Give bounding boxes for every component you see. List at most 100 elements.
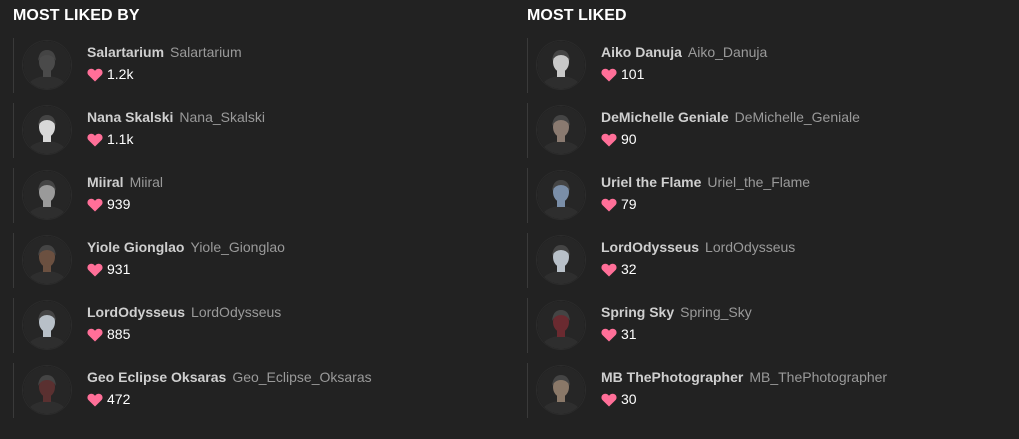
username[interactable]: Geo_Eclipse_Oksaras — [232, 369, 371, 385]
username[interactable]: Uriel_the_Flame — [707, 174, 810, 190]
user-info: Nana Skalski Nana_Skalski 1.1k — [87, 109, 265, 148]
user-names: Yiole Gionglao Yiole_Gionglao — [87, 239, 285, 256]
avatar-portrait-icon — [537, 301, 585, 349]
list-item[interactable]: Miiral Miiral 939 — [13, 168, 513, 223]
avatar[interactable] — [23, 366, 71, 414]
user-info: Geo Eclipse Oksaras Geo_Eclipse_Oksaras 4… — [87, 369, 372, 408]
heart-icon — [87, 393, 103, 407]
username[interactable]: Salartarium — [170, 44, 242, 60]
avatar[interactable] — [23, 106, 71, 154]
heart-icon — [601, 198, 617, 212]
display-name[interactable]: Miiral — [87, 174, 124, 190]
avatar[interactable] — [537, 236, 585, 284]
username[interactable]: Aiko_Danuja — [688, 44, 767, 60]
display-name[interactable]: Spring Sky — [601, 304, 674, 320]
username[interactable]: MB_ThePhotographer — [749, 369, 887, 385]
display-name[interactable]: LordOdysseus — [601, 239, 699, 255]
heart-icon — [87, 198, 103, 212]
list-item[interactable]: LordOdysseus LordOdysseus 32 — [527, 233, 1019, 288]
display-name[interactable]: DeMichelle Geniale — [601, 109, 729, 125]
avatar[interactable] — [23, 301, 71, 349]
avatar[interactable] — [537, 366, 585, 414]
likes-count: 931 — [87, 261, 285, 278]
display-name[interactable]: Uriel the Flame — [601, 174, 701, 190]
display-name[interactable]: Nana Skalski — [87, 109, 173, 125]
avatar[interactable] — [537, 301, 585, 349]
list-item[interactable]: DeMichelle Geniale DeMichelle_Geniale 90 — [527, 103, 1019, 158]
heart-icon — [601, 393, 617, 407]
display-name[interactable]: Aiko Danuja — [601, 44, 682, 60]
heart-icon — [87, 328, 103, 342]
user-names: DeMichelle Geniale DeMichelle_Geniale — [601, 109, 860, 126]
list-item[interactable]: Geo Eclipse Oksaras Geo_Eclipse_Oksaras 4… — [13, 363, 513, 418]
user-names: Spring Sky Spring_Sky — [601, 304, 752, 321]
username[interactable]: LordOdysseus — [705, 239, 795, 255]
section-title: MOST LIKED — [527, 7, 627, 24]
section-title: MOST LIKED BY — [13, 7, 140, 24]
user-names: Miiral Miiral — [87, 174, 163, 191]
avatar-portrait-icon — [23, 366, 71, 414]
display-name[interactable]: Salartarium — [87, 44, 164, 60]
user-list: Aiko Danuja Aiko_Danuja 101 DeMichelle G… — [527, 38, 1019, 418]
likes-value: 1.2k — [107, 66, 134, 82]
display-name[interactable]: LordOdysseus — [87, 304, 185, 320]
display-name[interactable]: MB ThePhotographer — [601, 369, 743, 385]
list-item[interactable]: Spring Sky Spring_Sky 31 — [527, 298, 1019, 353]
heart-icon — [601, 68, 617, 82]
likes-value: 1.1k — [107, 131, 134, 147]
user-info: LordOdysseus LordOdysseus 885 — [87, 304, 281, 343]
user-info: Miiral Miiral 939 — [87, 174, 163, 213]
avatar-portrait-icon — [537, 366, 585, 414]
username[interactable]: Yiole_Gionglao — [191, 239, 285, 255]
user-names: LordOdysseus LordOdysseus — [601, 239, 795, 256]
avatar[interactable] — [23, 236, 71, 284]
user-info: MB ThePhotographer MB_ThePhotographer 30 — [601, 369, 887, 408]
heart-icon — [87, 133, 103, 147]
list-item[interactable]: Aiko Danuja Aiko_Danuja 101 — [527, 38, 1019, 93]
avatar[interactable] — [23, 41, 71, 89]
user-info: Aiko Danuja Aiko_Danuja 101 — [601, 44, 767, 83]
avatar-portrait-icon — [537, 41, 585, 89]
avatar-portrait-icon — [537, 106, 585, 154]
user-info: LordOdysseus LordOdysseus 32 — [601, 239, 795, 278]
username[interactable]: Spring_Sky — [680, 304, 752, 320]
avatar[interactable] — [537, 106, 585, 154]
likes-value: 472 — [107, 391, 131, 407]
avatar-portrait-icon — [537, 236, 585, 284]
username[interactable]: DeMichelle_Geniale — [735, 109, 860, 125]
list-item[interactable]: Nana Skalski Nana_Skalski 1.1k — [13, 103, 513, 158]
likes-count: 1.2k — [87, 66, 242, 83]
list-item[interactable]: MB ThePhotographer MB_ThePhotographer 30 — [527, 363, 1019, 418]
username[interactable]: Nana_Skalski — [179, 109, 265, 125]
user-names: MB ThePhotographer MB_ThePhotographer — [601, 369, 887, 386]
avatar[interactable] — [23, 171, 71, 219]
list-item[interactable]: Yiole Gionglao Yiole_Gionglao 931 — [13, 233, 513, 288]
list-item[interactable]: Salartarium Salartarium 1.2k — [13, 38, 513, 93]
avatar[interactable] — [537, 171, 585, 219]
display-name[interactable]: Geo Eclipse Oksaras — [87, 369, 226, 385]
username[interactable]: LordOdysseus — [191, 304, 281, 320]
avatar-portrait-icon — [23, 41, 71, 89]
user-info: Spring Sky Spring_Sky 31 — [601, 304, 752, 343]
list-item[interactable]: Uriel the Flame Uriel_the_Flame 79 — [527, 168, 1019, 223]
user-names: Uriel the Flame Uriel_the_Flame — [601, 174, 810, 191]
likes-value: 31 — [621, 326, 637, 342]
likes-value: 101 — [621, 66, 645, 82]
avatar-portrait-icon — [23, 301, 71, 349]
heart-icon — [601, 328, 617, 342]
likes-value: 885 — [107, 326, 131, 342]
user-list: Salartarium Salartarium 1.2k Nana Skalsk… — [13, 38, 513, 418]
likes-value: 30 — [621, 391, 637, 407]
likes-value: 90 — [621, 131, 637, 147]
display-name[interactable]: Yiole Gionglao — [87, 239, 185, 255]
list-item[interactable]: LordOdysseus LordOdysseus 885 — [13, 298, 513, 353]
likes-count: 472 — [87, 391, 372, 408]
user-info: Salartarium Salartarium 1.2k — [87, 44, 242, 83]
likes-count: 32 — [601, 261, 795, 278]
likes-count: 90 — [601, 131, 860, 148]
avatar[interactable] — [537, 41, 585, 89]
likes-value: 931 — [107, 261, 131, 277]
avatar-portrait-icon — [23, 171, 71, 219]
username[interactable]: Miiral — [130, 174, 163, 190]
user-names: Nana Skalski Nana_Skalski — [87, 109, 265, 126]
